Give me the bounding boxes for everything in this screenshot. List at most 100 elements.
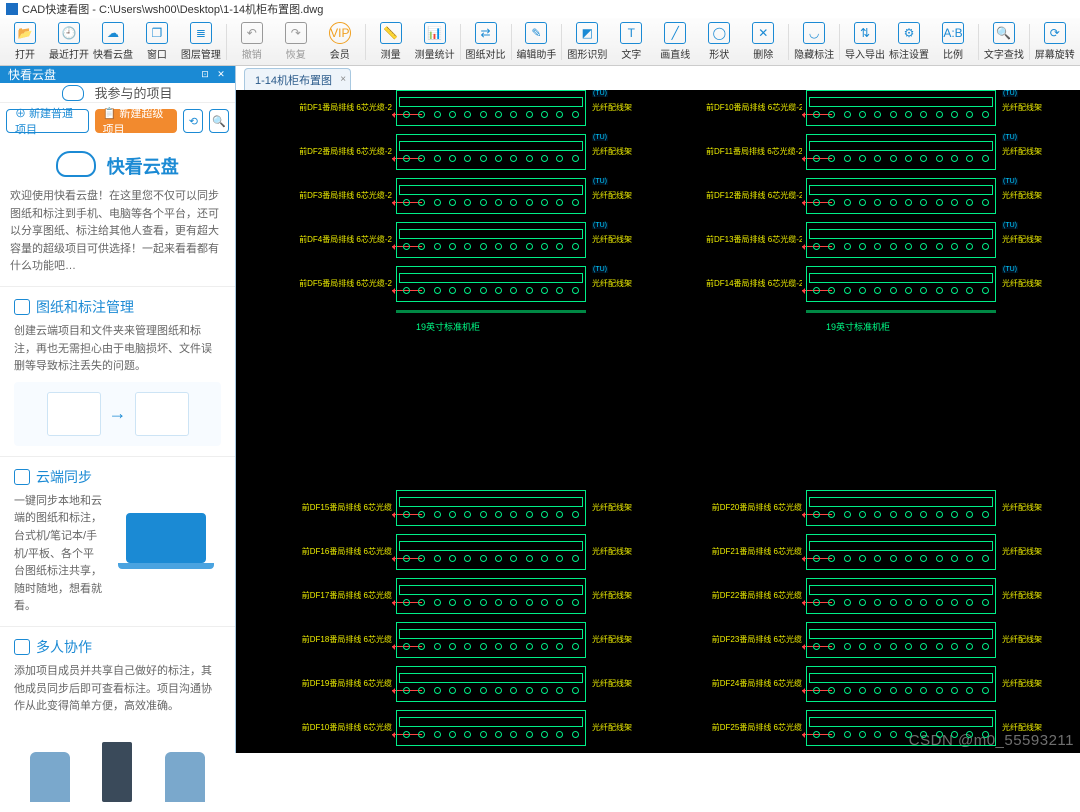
rack-label-left: 前DF10番局排线 6芯光缆	[296, 722, 392, 733]
rack-body	[396, 710, 586, 746]
toolbar-标注设置[interactable]: ⚙ 标注设置	[888, 19, 930, 65]
rack-body	[806, 134, 996, 170]
toolbar-形状[interactable]: ◯形状	[698, 19, 740, 65]
toolbar-icon: ⇄	[475, 22, 497, 44]
toolbar-撤销[interactable]: ↶ 撤销	[231, 19, 273, 65]
toolbar-label: 撤销	[242, 46, 262, 61]
new-normal-project-button[interactable]: ⊕ 新建普通项目	[6, 109, 89, 133]
rack-label-left: 前DF12番局排线 6芯光缆-2	[706, 190, 802, 201]
toolbar-icon: 📂	[14, 22, 36, 44]
toolbar-打开[interactable]: 📂打开	[4, 19, 46, 65]
toolbar-label: 窗口	[147, 46, 167, 61]
rack-label-left: 前DF10番局排线 6芯光缆-2	[706, 102, 802, 113]
toolbar-icon: ⇅	[854, 22, 876, 44]
sidebar-tab-label[interactable]: 我参与的项目	[94, 83, 172, 102]
rack-body	[396, 178, 586, 214]
toolbar-图层管理[interactable]: ≣图层管理	[180, 19, 222, 65]
toolbar-icon: T	[620, 22, 642, 44]
toolbar-测量统计[interactable]: 📊测量统计	[414, 19, 456, 65]
toolbar-icon: ❐	[146, 22, 168, 44]
rack-label-left: 前DF17番局排线 6芯光缆	[296, 590, 392, 601]
toolbar-icon: ↶	[241, 22, 263, 44]
rack-tag: (TU)	[592, 90, 608, 97]
close-icon[interactable]: ×	[340, 74, 346, 85]
toolbar-label: 形状	[709, 46, 729, 61]
new-super-project-button[interactable]: 📋 新建超级项目	[95, 109, 178, 133]
section-body: 添加项目成员并共享自己做好的标注，其他成员同步后即可查看标注。项目沟通协作从此变…	[14, 663, 221, 716]
refresh-button[interactable]: ⟲	[183, 109, 203, 133]
toolbar-icon: ◩	[576, 22, 598, 44]
toolbar-比例[interactable]: A:B比例	[932, 19, 974, 65]
toolbar-icon: ☁	[102, 22, 124, 44]
toolbar-label: 恢复	[286, 46, 306, 61]
rack-label-left: 前DF23番局排线 6芯光缆	[706, 634, 802, 645]
toolbar-导入导出[interactable]: ⇅ 导入导出	[844, 19, 886, 65]
rack-body	[806, 666, 996, 702]
toolbar-label: 导入导出	[845, 46, 885, 61]
toolbar-文字查找[interactable]: 🔍文字查找	[983, 19, 1025, 65]
section-manage: 图纸和标注管理 创建云端项目和文件夹来管理图纸和标注，再也无需担心由于电脑损坏、…	[0, 286, 235, 456]
rack-label-left: 前DF2番局排线 6芯光缆-2	[296, 146, 392, 157]
rack-tag: (TU)	[592, 134, 608, 141]
toolbar-窗口[interactable]: ❐ 窗口	[136, 19, 178, 65]
rack-row: 前DF4番局排线 6芯光缆-2(TU)光纤配线架	[296, 222, 686, 264]
rack-label-left: 前DF25番局排线 6芯光缆	[706, 722, 802, 733]
rack-tag: (TU)	[1002, 222, 1018, 229]
toolbar-label: 文字	[621, 46, 641, 61]
people-icon	[14, 639, 30, 655]
toolbar-删除[interactable]: ✕删除	[742, 19, 784, 65]
rack-label-right: 光纤配线架	[592, 546, 652, 557]
toolbar-label: 屏幕旋转	[1035, 46, 1075, 61]
rack-row: 前DF2番局排线 6芯光缆-2(TU)光纤配线架	[296, 134, 686, 176]
rack-label-right: 光纤配线架	[1002, 678, 1062, 689]
document-tab[interactable]: 1-14机柜布置图 ×	[244, 68, 351, 90]
rack-label-right: 光纤配线架	[592, 722, 652, 733]
toolbar-icon: ╱	[664, 22, 686, 44]
toolbar-恢复[interactable]: ↷恢复	[275, 19, 317, 65]
rack-label-right: 光纤配线架	[1002, 722, 1062, 733]
toolbar-图形识别[interactable]: ◩ 图形识别	[566, 19, 608, 65]
toolbar-编辑助手[interactable]: ✎编辑助手	[515, 19, 557, 65]
search-button[interactable]: 🔍	[209, 109, 229, 133]
toolbar-图纸对比[interactable]: ⇄图纸对比	[465, 19, 507, 65]
section-title: 图纸和标注管理	[36, 297, 134, 317]
toolbar-文字[interactable]: T 文字	[610, 19, 652, 65]
rack-label-left: 前DF18番局排线 6芯光缆	[296, 634, 392, 645]
brand-title: 快看云盘	[107, 153, 179, 179]
rack-body	[396, 534, 586, 570]
toolbar-测量[interactable]: 📏测量	[370, 19, 412, 65]
toolbar-label: 最近打开	[49, 46, 89, 61]
toolbar-画直线[interactable]: ╱画直线	[654, 19, 696, 65]
toolbar-最近打开[interactable]: 🕘最近打开	[48, 19, 90, 65]
panel-pin-icon[interactable]: ⊡	[199, 69, 211, 81]
panel-titlebar: 快看云盘 ⊡ ✕	[0, 66, 235, 83]
rack-body	[806, 710, 996, 746]
rack-label-right: 光纤配线架	[1002, 146, 1062, 157]
toolbar-label: 标注设置	[889, 46, 929, 61]
toolbar-屏幕旋转[interactable]: ⟳屏幕旋转	[1034, 19, 1076, 65]
rack-tag: (TU)	[1002, 134, 1018, 141]
rack-row: 前DF19番局排线 6芯光缆光纤配线架	[296, 666, 686, 708]
rack-label-left: 前DF15番局排线 6芯光缆	[296, 502, 392, 513]
rack-label-right: 光纤配线架	[1002, 190, 1062, 201]
document-tabs: 1-14机柜布置图 ×	[236, 66, 1080, 90]
toolbar-icon: ✕	[752, 22, 774, 44]
toolbar-快看云盘[interactable]: ☁快看云盘	[92, 19, 134, 65]
rack-label-right: 光纤配线架	[592, 278, 652, 289]
rack-label-right: 光纤配线架	[592, 102, 652, 113]
panel-close-icon[interactable]: ✕	[215, 69, 227, 81]
toolbar-icon: 📏	[380, 22, 402, 44]
toolbar-会员[interactable]: VIP会员	[319, 19, 361, 65]
rack-tag: (TU)	[592, 178, 608, 185]
rack-label-left: 前DF4番局排线 6芯光缆-2	[296, 234, 392, 245]
toolbar-label: 编辑助手	[516, 46, 556, 61]
rack-body	[806, 266, 996, 302]
drawing-canvas[interactable]: CSDN @m0_55593211 前DF1番局排线 6芯光缆-2(TU)光纤配…	[236, 90, 1080, 753]
rack-body	[396, 490, 586, 526]
section-title: 多人协作	[36, 637, 92, 657]
rack-row: 前DF22番局排线 6芯光缆光纤配线架	[706, 578, 1080, 620]
toolbar-icon: ⚙	[898, 22, 920, 44]
toolbar-label: 图形识别	[567, 46, 607, 61]
toolbar-隐藏标注[interactable]: ◡隐藏标注	[793, 19, 835, 65]
rack-label-left: 前DF3番局排线 6芯光缆-2	[296, 190, 392, 201]
